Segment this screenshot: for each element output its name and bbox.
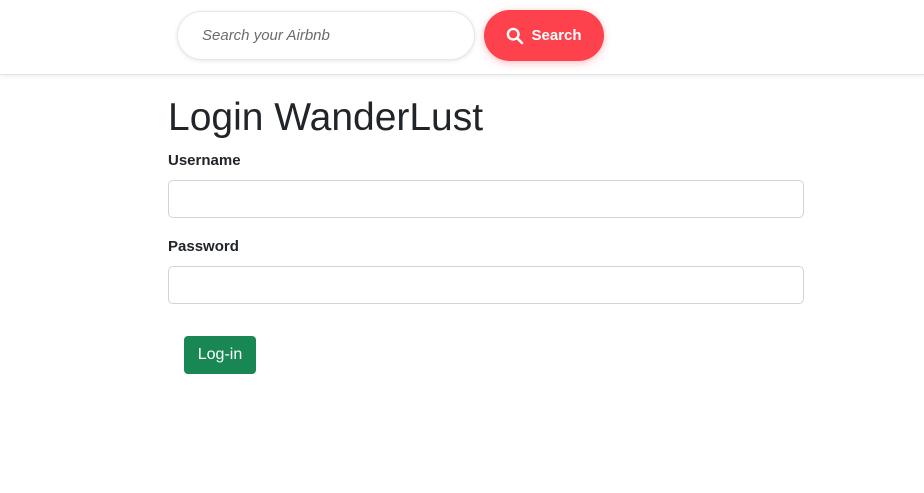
username-field[interactable] bbox=[168, 180, 804, 218]
search-button[interactable]: Search bbox=[484, 10, 604, 61]
password-label: Password bbox=[168, 238, 239, 255]
search-icon bbox=[506, 27, 524, 45]
page-title: Login WanderLust bbox=[168, 96, 484, 139]
search-input[interactable] bbox=[177, 11, 475, 60]
login-button[interactable]: Log-in bbox=[184, 336, 256, 374]
login-form: Login WanderLust Username Password Log-i… bbox=[168, 93, 804, 374]
search-button-label: Search bbox=[531, 27, 582, 44]
password-field[interactable] bbox=[168, 266, 804, 304]
top-navbar: Search bbox=[0, 0, 924, 75]
username-label: Username bbox=[168, 152, 241, 169]
